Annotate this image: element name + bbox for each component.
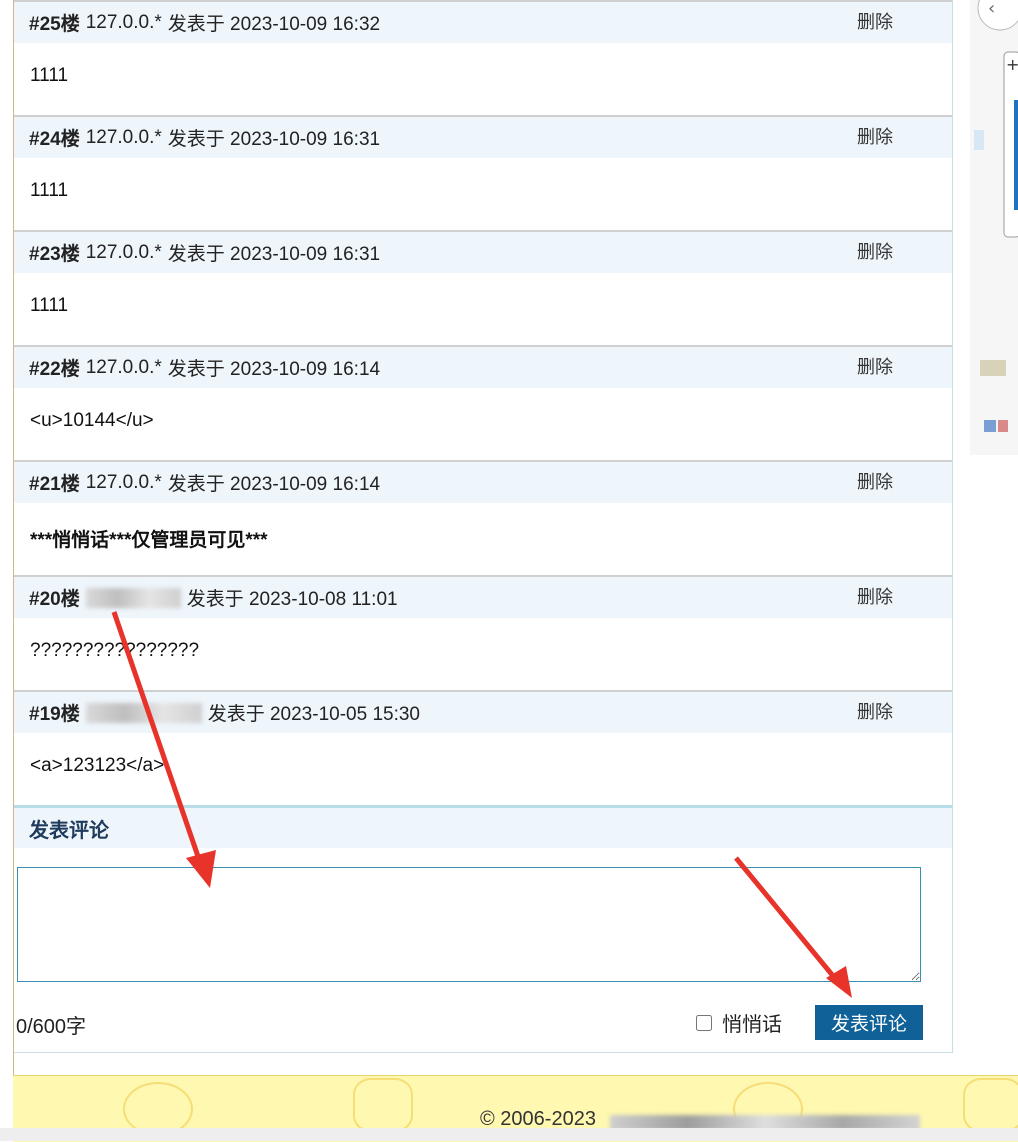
comment-item: #22楼 127.0.0.* 发表于 2023-10-09 16:14 删除 <u>10… [14, 345, 952, 460]
comment-ip: 127.0.0.* [85, 471, 162, 493]
delete-comment-link[interactable]: 删除 [857, 347, 893, 388]
blurred-map-widget: ‹ + [970, 0, 1018, 455]
comment-timestamp: 发表于 2023-10-09 16:14 [167, 359, 381, 380]
comment-item: #24楼 127.0.0.* 发表于 2023-10-09 16:31 删除 1111 [14, 115, 952, 230]
comment-header: #25楼 127.0.0.* 发表于 2023-10-09 16:32 删除 [14, 2, 952, 43]
whisper-checkbox[interactable] [696, 1014, 712, 1031]
comment-floor: #24楼 [29, 129, 80, 150]
comment-ip-blurred [85, 702, 202, 723]
bee-decoration-icon [963, 1078, 1018, 1132]
char-counter: 0/600字 [16, 1016, 87, 1038]
comment-timestamp: 发表于 2023-10-09 16:31 [167, 244, 381, 265]
comment-floor: #25楼 [29, 14, 80, 35]
comment-ip: 127.0.0.* [85, 356, 162, 378]
comment-form-title: 发表评论 [29, 819, 109, 842]
comment-header: #20楼 发表于 2023-10-08 11:01 删除 [14, 577, 952, 618]
comment-floor: #23楼 [29, 244, 80, 265]
comment-ip: 127.0.0.* [85, 11, 162, 33]
comment-floor: #19楼 [29, 704, 80, 725]
delete-comment-link[interactable]: 删除 [857, 117, 893, 158]
delete-comment-link[interactable]: 删除 [857, 2, 893, 43]
bottom-scroll-bar [0, 1128, 1018, 1141]
comment-ip-blurred [85, 587, 181, 608]
comment-header: #19楼 发表于 2023-10-05 15:30 删除 [14, 692, 952, 733]
comment-header: #21楼 127.0.0.* 发表于 2023-10-09 16:14 删除 [14, 462, 952, 503]
comment-body: ???????????????? [30, 640, 200, 661]
comment-body: 1111 [30, 65, 69, 86]
comment-item: #19楼 发表于 2023-10-05 15:30 删除 <a>123123</a> [14, 690, 952, 805]
comment-floor: #20楼 [29, 589, 80, 610]
comment-header: #22楼 127.0.0.* 发表于 2023-10-09 16:14 删除 [14, 347, 952, 388]
comment-timestamp: 发表于 2023-10-09 16:32 [167, 14, 381, 35]
comment-form-header: 发表评论 [14, 805, 952, 848]
delete-comment-link[interactable]: 删除 [857, 232, 893, 273]
bee-decoration-icon [353, 1078, 413, 1132]
whisper-label: 悄悄话 [722, 1014, 782, 1036]
comment-body: 1111 [30, 295, 69, 316]
comment-item: #20楼 发表于 2023-10-08 11:01 删除??????????????… [14, 575, 952, 690]
comment-floor: #21楼 [29, 474, 80, 495]
comment-floor: #22楼 [29, 359, 80, 380]
right-sidebar-map: ‹ + [970, 0, 1018, 455]
whisper-option[interactable]: 悄悄话 [696, 1008, 782, 1037]
delete-comment-link[interactable]: 删除 [857, 692, 893, 733]
comment-body: <u>10144</u> [30, 410, 154, 431]
comment-list: #25楼 127.0.0.* 发表于 2023-10-09 16:32 删除 1111 #… [14, 0, 952, 805]
comment-body: ***悄悄话***仅管理员可见*** [30, 530, 268, 551]
comment-ip: 127.0.0.* [85, 241, 162, 263]
comment-item: #23楼 127.0.0.* 发表于 2023-10-09 16:31 删除 1111 [14, 230, 952, 345]
comment-timestamp: 发表于 2023-10-05 15:30 [207, 704, 420, 725]
delete-comment-link[interactable]: 删除 [857, 462, 893, 503]
comment-textarea[interactable] [17, 867, 921, 982]
comment-body: <a>123123</a> [30, 755, 165, 776]
comment-timestamp: 发表于 2023-10-08 11:01 [186, 589, 398, 610]
comment-timestamp: 发表于 2023-10-09 16:31 [167, 129, 381, 150]
submit-comment-button[interactable]: 发表评论 [815, 1005, 923, 1040]
comment-timestamp: 发表于 2023-10-09 16:14 [167, 474, 381, 495]
comment-ip: 127.0.0.* [85, 126, 162, 148]
comment-header: #24楼 127.0.0.* 发表于 2023-10-09 16:31 删除 [14, 117, 952, 158]
comment-item: #21楼 127.0.0.* 发表于 2023-10-09 16:14 删除 ***悄悄… [14, 460, 952, 575]
svg-text:‹: ‹ [988, 0, 995, 19]
svg-text:+: + [1006, 55, 1018, 74]
comment-body: 1111 [30, 180, 69, 201]
comment-header: #23楼 127.0.0.* 发表于 2023-10-09 16:31 删除 [14, 232, 952, 273]
comment-item: #25楼 127.0.0.* 发表于 2023-10-09 16:32 删除 1111 [14, 0, 952, 115]
delete-comment-link[interactable]: 删除 [857, 577, 893, 618]
